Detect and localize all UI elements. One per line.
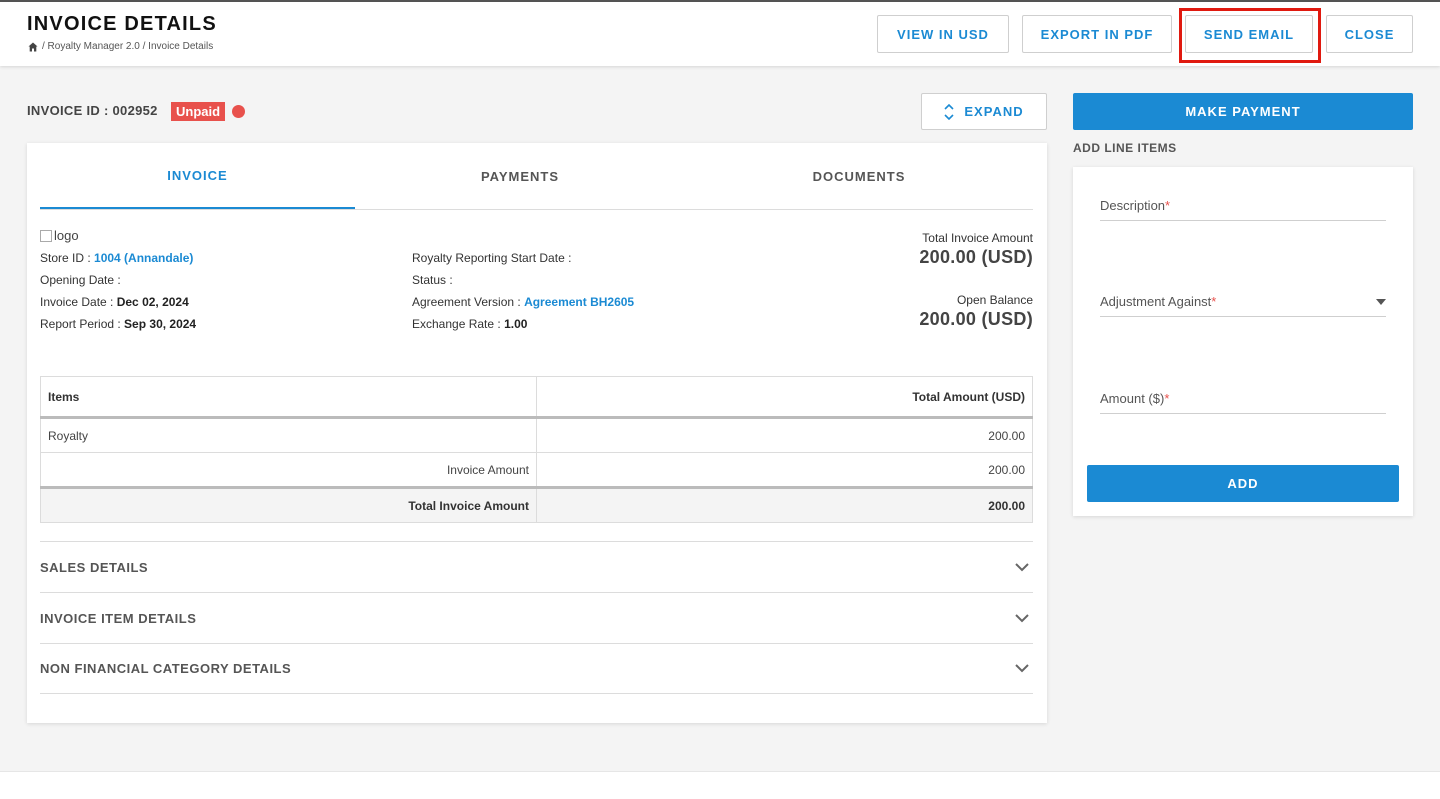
- store-id-label: Store ID :: [40, 251, 95, 265]
- broken-image-icon: [40, 229, 52, 242]
- section-title: SALES DETAILS: [40, 559, 149, 575]
- non-financial-category-section[interactable]: NON FINANCIAL CATEGORY DETAILS: [40, 643, 1033, 694]
- items-header: Items: [40, 376, 537, 419]
- open-balance-value: 200.00 (USD): [919, 309, 1033, 329]
- expand-icon: [944, 103, 954, 120]
- item-name: Royalty: [40, 417, 537, 453]
- description-label: Description*: [1100, 198, 1171, 213]
- make-payment-button[interactable]: MAKE PAYMENT: [1073, 93, 1413, 130]
- table-total-row: Total Invoice Amount 200.00: [40, 486, 1033, 523]
- table-header-row: Items Total Amount (USD): [40, 376, 1033, 419]
- agreement-row: Agreement Version : Agreement BH2605: [412, 295, 634, 309]
- royalty-start-label: Royalty Reporting Start Date :: [412, 251, 572, 265]
- expand-button[interactable]: EXPAND: [921, 93, 1047, 130]
- exchange-rate-row: Exchange Rate : 1.00: [412, 317, 527, 331]
- invoice-date-label: Invoice Date :: [40, 295, 117, 309]
- report-period-value: Sep 30, 2024: [124, 317, 197, 331]
- report-period-row: Report Period : Sep 30, 2024: [40, 317, 196, 331]
- agreement-label: Agreement Version :: [412, 295, 525, 309]
- section-title: NON FINANCIAL CATEGORY DETAILS: [40, 661, 292, 676]
- store-id-link[interactable]: 1004 (Annandale): [94, 251, 193, 265]
- dropdown-arrow-icon: [1376, 298, 1386, 305]
- invoice-id: INVOICE ID : 002952: [27, 103, 158, 118]
- invoice-item-details-section[interactable]: INVOICE ITEM DETAILS: [40, 592, 1033, 643]
- sales-details-section[interactable]: SALES DETAILS: [40, 541, 1033, 592]
- add-button[interactable]: ADD: [1087, 465, 1399, 502]
- report-period-label: Report Period :: [40, 317, 125, 331]
- description-field[interactable]: Description*: [1100, 191, 1386, 221]
- opening-date-label: Opening Date :: [40, 273, 121, 287]
- home-icon[interactable]: [28, 42, 38, 52]
- section-title: INVOICE ITEM DETAILS: [40, 610, 197, 626]
- total-invoice-label: Total Invoice Amount: [922, 231, 1033, 245]
- item-amount: 200.00: [536, 452, 1033, 488]
- status-badge: Unpaid: [171, 102, 226, 121]
- chevron-down-icon: [1015, 562, 1029, 571]
- agreement-link[interactable]: Agreement BH2605: [524, 295, 634, 309]
- page-title: INVOICE DETAILS: [27, 13, 217, 35]
- adjustment-against-select[interactable]: Adjustment Against*: [1100, 287, 1386, 317]
- line-item-form: Description* Adjustment Against* Amount …: [1073, 167, 1413, 516]
- logo: logo: [40, 228, 79, 243]
- highlight-box: [1179, 8, 1321, 63]
- total-invoice-value: 200.00 (USD): [919, 247, 1033, 267]
- exchange-rate-label: Exchange Rate :: [412, 317, 505, 331]
- tab-bar: INVOICE PAYMENTS DOCUMENTS: [40, 143, 1033, 210]
- chevron-down-icon: [1015, 664, 1029, 673]
- add-line-items-title: ADD LINE ITEMS: [1073, 141, 1177, 155]
- status-label: Status :: [412, 273, 453, 287]
- close-button[interactable]: CLOSE: [1326, 15, 1413, 53]
- open-balance-label: Open Balance: [956, 293, 1033, 307]
- amount-label: Amount ($)*: [1100, 391, 1170, 406]
- items-table: Items Total Amount (USD) Royalty 200.00 …: [40, 376, 1033, 523]
- item-amount: 200.00: [536, 417, 1033, 453]
- amount-field[interactable]: Amount ($)*: [1100, 384, 1386, 414]
- expand-label: EXPAND: [964, 104, 1024, 119]
- export-pdf-button[interactable]: EXPORT IN PDF: [1022, 15, 1172, 53]
- view-in-usd-button[interactable]: VIEW IN USD: [877, 15, 1009, 53]
- logo-alt-text: logo: [54, 228, 79, 243]
- tab-payments[interactable]: PAYMENTS: [355, 143, 685, 209]
- total-amount-header: Total Amount (USD): [536, 376, 1033, 419]
- status-dot-icon: [232, 105, 245, 118]
- chevron-down-icon: [1015, 613, 1029, 622]
- total-amount: 200.00: [536, 486, 1033, 523]
- total-label: Total Invoice Amount: [40, 486, 537, 523]
- table-row: Royalty 200.00: [40, 417, 1033, 453]
- breadcrumb: / Royalty Manager 2.0 / Invoice Details: [28, 41, 213, 52]
- invoice-date-row: Invoice Date : Dec 02, 2024: [40, 295, 189, 309]
- exchange-rate-value: 1.00: [504, 317, 528, 331]
- footer: [0, 771, 1440, 799]
- invoice-date-value: Dec 02, 2024: [116, 295, 189, 309]
- item-name: Invoice Amount: [40, 452, 537, 488]
- invoice-card: INVOICE PAYMENTS DOCUMENTS logo Store ID…: [27, 143, 1047, 723]
- adjustment-label: Adjustment Against*: [1100, 294, 1217, 309]
- store-id-row: Store ID : 1004 (Annandale): [40, 251, 193, 265]
- breadcrumb-path[interactable]: / Royalty Manager 2.0 / Invoice Details: [42, 41, 213, 52]
- tab-documents[interactable]: DOCUMENTS: [685, 143, 1033, 209]
- table-row: Invoice Amount 200.00: [40, 452, 1033, 488]
- tab-invoice[interactable]: INVOICE: [40, 143, 355, 209]
